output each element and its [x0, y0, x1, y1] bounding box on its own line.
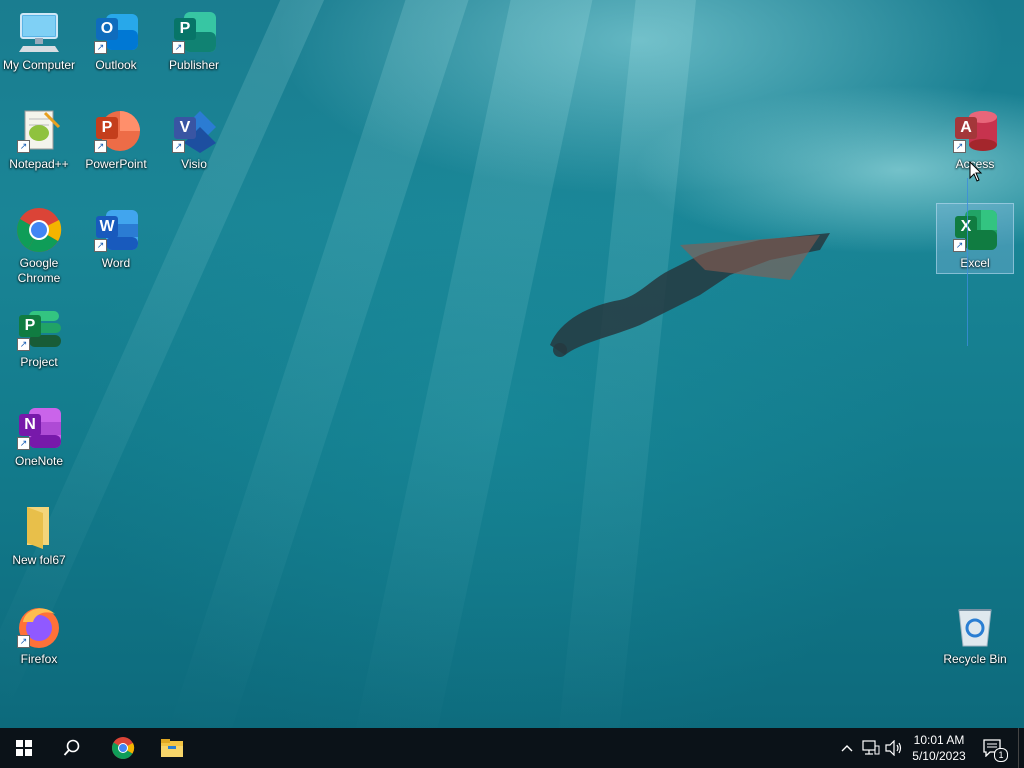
network-button[interactable]: [860, 728, 882, 768]
desktop-icon-label: New fol67: [12, 553, 66, 567]
chrome-icon: [112, 737, 135, 759]
taskbar-clock[interactable]: 10:01 AM 5/10/2023: [904, 732, 974, 764]
desktop-icon-label: Project: [20, 355, 58, 369]
desktop: My Computer O ↗ Outlook P ↗ Publisher ↗ …: [0, 0, 1024, 728]
mouse-cursor-icon: [969, 161, 983, 182]
desktop-icon-powerpoint[interactable]: P ↗ PowerPoint: [78, 107, 154, 172]
visio-icon: V ↗: [170, 107, 218, 155]
desktop-icon-label: PowerPoint: [85, 157, 147, 171]
search-button[interactable]: [48, 728, 96, 768]
outlook-icon: O ↗: [92, 8, 140, 56]
taskbar-chrome-button[interactable]: [99, 728, 147, 768]
desktop-icon-my-computer[interactable]: My Computer: [1, 8, 77, 73]
desktop-icon-project[interactable]: P ↗ Project: [1, 305, 77, 370]
shortcut-arrow-icon: ↗: [94, 140, 107, 153]
chevron-up-icon: [841, 745, 853, 752]
volume-button[interactable]: [884, 728, 904, 768]
desktop-icon-publisher[interactable]: P ↗ Publisher: [156, 8, 232, 73]
publisher-icon: P ↗: [170, 8, 218, 56]
start-button[interactable]: [0, 728, 48, 768]
notification-count-badge: 1: [994, 748, 1008, 762]
desktop-icon-label: Visio: [181, 157, 207, 171]
folder-icon: [15, 503, 63, 551]
powerpoint-icon: P ↗: [92, 107, 140, 155]
show-hidden-icons-button[interactable]: [838, 728, 856, 768]
file-explorer-icon: [161, 739, 183, 757]
desktop-icon-visio[interactable]: V ↗ Visio: [156, 107, 232, 172]
action-center-button[interactable]: 1: [980, 728, 1008, 768]
desktop-icon-label: Publisher: [168, 58, 220, 72]
desktop-icon-notepadpp[interactable]: ↗ Notepad++: [1, 107, 77, 172]
desktop-icon-google-chrome[interactable]: Google Chrome: [1, 206, 77, 286]
desktop-icon-recycle-bin[interactable]: Recycle Bin: [937, 602, 1013, 667]
desktop-icon-onenote[interactable]: N ↗ OneNote: [1, 404, 77, 469]
desktop-icon-label: Recycle Bin: [943, 652, 1007, 666]
desktop-icon-word[interactable]: W ↗ Word: [78, 206, 154, 271]
shortcut-arrow-icon: ↗: [94, 41, 107, 54]
desktop-icon-excel[interactable]: X ↗ Excel: [936, 203, 1014, 274]
shortcut-arrow-icon: ↗: [953, 239, 966, 252]
shortcut-arrow-icon: ↗: [17, 338, 30, 351]
computer-icon: [15, 8, 63, 56]
desktop-icon-label: OneNote: [14, 454, 64, 468]
shortcut-arrow-icon: ↗: [953, 140, 966, 153]
desktop-icon-label: Google Chrome: [17, 256, 61, 285]
desktop-icon-label: Word: [101, 256, 131, 270]
desktop-icon-label: Outlook: [95, 58, 137, 72]
search-icon: [63, 739, 80, 756]
shortcut-arrow-icon: ↗: [172, 41, 185, 54]
windows-start-icon: [16, 740, 32, 756]
desktop-icon-label: Notepad++: [9, 157, 69, 171]
access-icon: A ↗: [951, 107, 999, 155]
recycle-bin-icon: [951, 602, 999, 650]
shortcut-arrow-icon: ↗: [17, 437, 30, 450]
volume-icon: [885, 740, 902, 756]
shortcut-arrow-icon: ↗: [17, 635, 30, 648]
shortcut-arrow-icon: ↗: [94, 239, 107, 252]
word-icon: W ↗: [92, 206, 140, 254]
firefox-icon: ↗: [15, 602, 63, 650]
clock-date: 5/10/2023: [912, 749, 966, 763]
shortcut-arrow-icon: ↗: [172, 140, 185, 153]
excel-icon: X ↗: [951, 206, 999, 254]
network-icon: [862, 740, 880, 755]
desktop-icon-new-folder[interactable]: New fol67: [1, 503, 77, 568]
taskbar: 10:01 AM 5/10/2023 1: [0, 728, 1024, 768]
wallpaper-diver: [550, 233, 830, 357]
clock-time: 10:01 AM: [913, 733, 965, 747]
desktop-icon-firefox[interactable]: ↗ Firefox: [1, 602, 77, 667]
desktop-icon-label: Excel: [960, 256, 990, 270]
drag-line: [967, 178, 968, 346]
show-desktop-button[interactable]: [1018, 728, 1024, 768]
shortcut-arrow-icon: ↗: [17, 140, 30, 153]
desktop-icon-label: My Computer: [2, 58, 76, 72]
chrome-icon: [15, 206, 63, 254]
notepadpp-icon: ↗: [15, 107, 63, 155]
onenote-icon: N ↗: [15, 404, 63, 452]
desktop-icon-label: Firefox: [20, 652, 58, 666]
taskbar-file-explorer-button[interactable]: [148, 728, 196, 768]
desktop-icon-outlook[interactable]: O ↗ Outlook: [78, 8, 154, 73]
project-icon: P ↗: [15, 305, 63, 353]
